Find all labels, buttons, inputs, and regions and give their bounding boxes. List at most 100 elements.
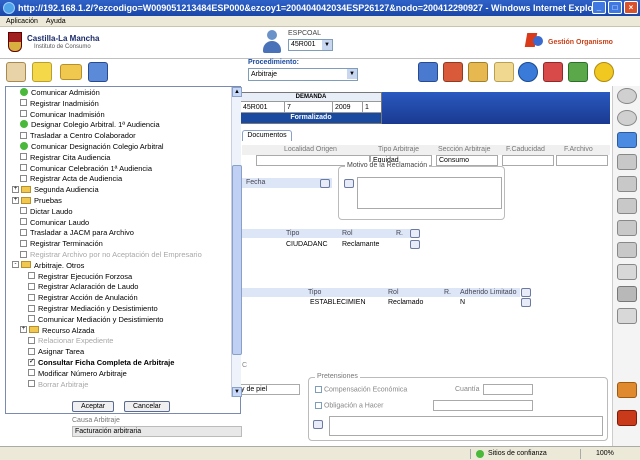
- causa-arbitraje-label: Causa Arbitraje: [72, 417, 120, 424]
- tree-item[interactable]: Modificar Número Arbitraje: [28, 369, 127, 379]
- cancel-button[interactable]: Cancelar: [124, 401, 170, 412]
- obligacion-checkbox[interactable]: [315, 402, 322, 409]
- table-row[interactable]: ESTABLECIMIEN Reclamado N: [242, 298, 532, 308]
- tree-item[interactable]: Comunicar Inadmisión: [20, 110, 105, 120]
- tree-item[interactable]: - Arbitraje. Otros: [12, 261, 84, 271]
- accept-button[interactable]: Aceptar: [72, 401, 114, 412]
- edit-tool-icon[interactable]: [6, 62, 26, 82]
- tree-scrollbar[interactable]: ▲ ▼: [231, 87, 242, 397]
- exit-icon[interactable]: [617, 410, 637, 426]
- tree-item[interactable]: Designar Colegio Arbitral. 1ª Audiencia: [20, 120, 160, 130]
- f-archivo-field[interactable]: [556, 155, 608, 166]
- menu-aplicacion[interactable]: Aplicación: [6, 16, 38, 26]
- tools-icon[interactable]: [568, 62, 588, 82]
- tool-icon[interactable]: [617, 382, 637, 398]
- demanda-status: Formalizado: [241, 113, 381, 123]
- tree-item[interactable]: Registrar Terminación: [20, 239, 103, 249]
- expand-icon[interactable]: +: [12, 185, 19, 193]
- tree-item-label: Registrar Aclaración de Laudo: [38, 282, 139, 292]
- laptop-icon[interactable]: [418, 62, 438, 82]
- tree-item[interactable]: Comunicar Admisión: [20, 88, 100, 98]
- tree-item[interactable]: Comunicar Laudo: [20, 218, 89, 228]
- tree-item[interactable]: Consultar Ficha Completa de Arbitraje: [28, 357, 174, 368]
- pretensiones-textarea[interactable]: [329, 416, 603, 436]
- espcoal-select[interactable]: 45R001 ▼: [288, 39, 333, 51]
- tree-item[interactable]: Registrar Inadmisión: [20, 99, 99, 109]
- gear-icon[interactable]: [594, 62, 614, 82]
- tree-item[interactable]: + Recurso Alzada: [20, 326, 95, 336]
- scroll-thumb[interactable]: [232, 165, 242, 355]
- gestion-organismo-icon[interactable]: [524, 31, 546, 49]
- cut-icon[interactable]: [617, 198, 637, 214]
- grid2-edit-icon[interactable]: [521, 298, 531, 307]
- menu-ayuda[interactable]: Ayuda: [46, 16, 66, 26]
- seccion-arbitraje-field[interactable]: Consumo: [436, 155, 498, 166]
- tree-item[interactable]: Asignar Tarea: [28, 347, 84, 357]
- tree-item[interactable]: + Segunda Audiencia: [12, 185, 99, 195]
- folder-icon[interactable]: [60, 64, 82, 80]
- f-caducidad-field[interactable]: [502, 155, 554, 166]
- copy-icon[interactable]: [617, 154, 637, 170]
- demanda-panel: DEMANDA 45R001 7 2009 1 Formalizado: [240, 92, 382, 124]
- search-icon[interactable]: [617, 88, 637, 104]
- collapse-icon[interactable]: -: [12, 261, 19, 269]
- obligacion-field[interactable]: [433, 400, 533, 411]
- tree-item: Registrar Archivo por no Aceptación del …: [20, 250, 202, 260]
- grid1-edit-icon[interactable]: [410, 240, 420, 249]
- document-icon[interactable]: [617, 220, 637, 236]
- expand-icon[interactable]: +: [12, 196, 19, 204]
- clip-icon[interactable]: [617, 264, 637, 280]
- causa-arbitraje-field[interactable]: Facturación arbitraria: [72, 426, 242, 437]
- new-document-icon[interactable]: [32, 62, 52, 82]
- motivo-edit-icon[interactable]: [344, 179, 354, 188]
- tree-item[interactable]: Registrar Acción de Anulación: [28, 293, 138, 303]
- close-button[interactable]: ×: [624, 1, 638, 14]
- tree-item[interactable]: Comunicar Celebración 1ª Audiencia: [20, 164, 152, 174]
- paste-icon[interactable]: [617, 176, 637, 192]
- tree-item-label: Registrar Mediación y Desistimiento: [38, 304, 158, 313]
- back-icon[interactable]: [617, 110, 637, 126]
- tree-item[interactable]: Registrar Cita Audiencia: [20, 153, 110, 163]
- cuantia-field[interactable]: [483, 384, 533, 395]
- expand-icon[interactable]: +: [20, 326, 27, 334]
- tab-documentos[interactable]: Documentos: [242, 130, 292, 141]
- zoom-level[interactable]: 100%: [596, 447, 614, 460]
- grid2-col-tipo: Tipo: [308, 289, 322, 296]
- tree-item[interactable]: Registrar Acta de Audiencia: [20, 174, 122, 184]
- envelope-icon[interactable]: [494, 62, 514, 82]
- pretensiones-edit-icon[interactable]: [313, 420, 323, 429]
- gestion-organismo-link[interactable]: Gestión Organismo: [548, 39, 613, 46]
- archive-icon[interactable]: [468, 62, 488, 82]
- printer-icon[interactable]: [617, 286, 637, 302]
- tree-item[interactable]: Trasladar a JACM para Archivo: [20, 228, 134, 238]
- fecha-calendar-icon[interactable]: [320, 179, 330, 188]
- tree-item[interactable]: Registrar Aclaración de Laudo: [28, 282, 138, 292]
- grid1-add-icon[interactable]: [410, 229, 420, 238]
- scroll-down-icon[interactable]: ▼: [232, 387, 242, 397]
- grid2-col-limitado: Limitado: [490, 289, 517, 296]
- books-icon[interactable]: [443, 62, 463, 82]
- tree-item[interactable]: + Pruebas: [12, 196, 62, 206]
- tree-item[interactable]: Comunicar Designación Colegio Arbitral: [20, 142, 164, 152]
- computer-icon[interactable]: [88, 62, 108, 82]
- maximize-button[interactable]: □: [608, 1, 622, 14]
- globe-icon[interactable]: [518, 62, 538, 82]
- chart-tool-icon[interactable]: [543, 62, 563, 82]
- tree-item[interactable]: Comunicar Mediación y Desistimiento: [28, 315, 163, 325]
- pdf-icon[interactable]: [617, 308, 637, 324]
- minimize-button[interactable]: _: [592, 1, 606, 14]
- compensacion-checkbox[interactable]: [315, 386, 322, 393]
- scroll-up-icon[interactable]: ▲: [232, 87, 242, 97]
- table-row[interactable]: CIUDADANC Reclamante: [242, 240, 422, 250]
- tree-item[interactable]: Registrar Mediación y Desistimiento: [28, 304, 158, 314]
- grid2-add-icon[interactable]: [521, 288, 531, 297]
- stack-icon[interactable]: [617, 242, 637, 258]
- print-preview-icon[interactable]: [617, 132, 637, 148]
- tree-item[interactable]: Registrar Ejecución Forzosa: [28, 272, 132, 282]
- tree-item[interactable]: Dictar Laudo: [20, 207, 73, 217]
- partial-text-field[interactable]: y de piel: [238, 384, 300, 395]
- tree-item[interactable]: Trasladar a Centro Colaborador: [20, 131, 136, 141]
- obligacion-label: Obligación a Hacer: [323, 402, 384, 410]
- procedimiento-select[interactable]: Arbitraje ▼: [248, 68, 358, 81]
- motivo-textarea[interactable]: [357, 177, 502, 209]
